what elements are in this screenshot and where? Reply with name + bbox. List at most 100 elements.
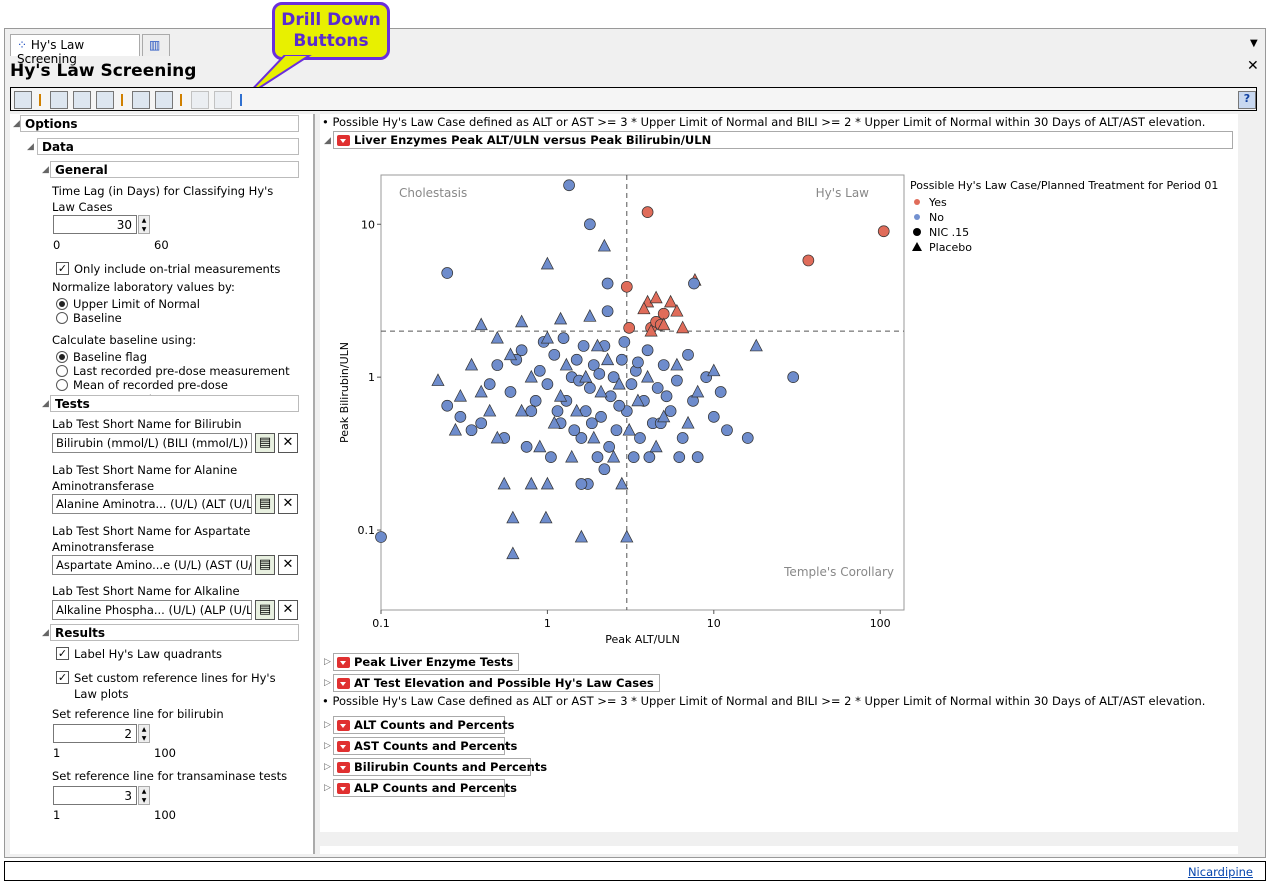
hys-law-scatter-plot: Cholestasis Hy's Law Temple's Corollary 0.1… bbox=[338, 174, 1218, 646]
collapse-icon[interactable]: ◢ bbox=[27, 142, 34, 152]
on-trial-checkbox[interactable]: ✓ bbox=[56, 262, 69, 275]
time-lag-min: 0 bbox=[53, 238, 61, 252]
data-point bbox=[570, 353, 583, 366]
data-table-button[interactable] bbox=[50, 91, 68, 109]
normalize-baseline-radio[interactable] bbox=[56, 312, 68, 324]
definition-note: • Possible Hy's Law Case defined as ALT … bbox=[322, 115, 1206, 129]
close-icon[interactable]: ✕ bbox=[1247, 58, 1259, 74]
new-report-button[interactable] bbox=[96, 91, 114, 109]
data-point bbox=[601, 277, 614, 290]
bili-ref-spinner[interactable]: ▲ ▼ bbox=[138, 724, 150, 743]
data-point bbox=[586, 417, 598, 430]
plot-node-header[interactable]: Liver Enzymes Peak ALT/ULN versus Peak B… bbox=[333, 131, 1233, 149]
collapse-icon[interactable]: ◢ bbox=[42, 628, 49, 638]
horizontal-scrollbar[interactable] bbox=[320, 832, 1238, 846]
bili-max: 100 bbox=[154, 746, 176, 760]
select-column-button[interactable]: ▤ bbox=[255, 555, 275, 575]
options-header[interactable]: Options bbox=[20, 115, 299, 132]
expand-icon[interactable]: ▷ bbox=[324, 678, 331, 688]
red-triangle-menu-icon[interactable] bbox=[337, 657, 350, 668]
tab-menu-icon[interactable]: ▼ bbox=[1250, 38, 1258, 49]
trans-ref-label: Set reference line for transaminase test… bbox=[52, 769, 288, 783]
tab-hys-law-screening[interactable]: ⁘ Hy's Law Screening bbox=[10, 34, 140, 66]
alp-counts-node[interactable]: ALP Counts and Percents bbox=[333, 779, 517, 797]
baseline-flag-radio[interactable] bbox=[56, 351, 68, 363]
red-triangle-menu-icon[interactable] bbox=[337, 720, 350, 731]
at-elevation-node[interactable]: AT Test Elevation and Possible Hy's Law … bbox=[333, 674, 660, 692]
data-point bbox=[584, 382, 596, 394]
vertical-scrollbar[interactable] bbox=[1240, 114, 1254, 830]
x-axis-label: Peak ALT/ULN bbox=[605, 633, 680, 646]
trans-ref-spinner[interactable]: ▲ ▼ bbox=[138, 786, 150, 805]
label-quadrants-checkbox[interactable]: ✓ bbox=[56, 647, 69, 660]
data-point bbox=[721, 424, 733, 437]
clear-button[interactable]: ✕ bbox=[278, 494, 298, 514]
time-lag-spinner[interactable]: ▲ ▼ bbox=[138, 215, 150, 234]
data-table-link[interactable]: Nicardipine bbox=[1188, 865, 1253, 879]
data-point bbox=[483, 378, 496, 391]
help-button[interactable]: ? bbox=[1238, 91, 1256, 109]
expand-icon[interactable]: ▷ bbox=[324, 762, 331, 772]
data-point bbox=[533, 364, 546, 377]
time-lag-label: Time Lag (in Days) for Classifying Hy's … bbox=[52, 184, 274, 214]
alt-test-field[interactable]: Alanine Aminotra... (U/L) (ALT (U/L)) bbox=[52, 494, 252, 514]
clear-button[interactable]: ✕ bbox=[278, 555, 298, 575]
bilirubin-test-field[interactable]: Bilirubin (mmol/L) (BILI (mmol/L)) bbox=[52, 433, 252, 453]
clear-button[interactable]: ✕ bbox=[278, 600, 298, 620]
bili-ref-input[interactable]: 2 bbox=[53, 724, 137, 743]
tab-chart[interactable]: ▥ bbox=[142, 34, 170, 56]
bili-ref-label: Set reference line for bilirubin bbox=[52, 707, 224, 721]
normalize-uln-radio[interactable] bbox=[56, 298, 68, 310]
red-triangle-menu-icon[interactable] bbox=[337, 762, 350, 773]
collapse-icon[interactable]: ◢ bbox=[324, 136, 331, 146]
x-tick-label: 10 bbox=[707, 617, 721, 630]
legend-item-label: NIC .15 bbox=[929, 226, 969, 239]
view-notes-button[interactable] bbox=[155, 91, 173, 109]
data-point bbox=[603, 441, 615, 453]
select-column-button[interactable]: ▤ bbox=[255, 494, 275, 514]
alp-test-field[interactable]: Alkaline Phospha... (U/L) (ALP (U/L)) bbox=[52, 600, 252, 620]
drill-down-chart-button[interactable] bbox=[214, 91, 232, 109]
red-triangle-menu-icon[interactable] bbox=[337, 741, 350, 752]
ast-test-field[interactable]: Aspartate Amino...e (U/L) (AST (U/L)) bbox=[52, 555, 252, 575]
expand-icon[interactable]: ▷ bbox=[324, 783, 331, 793]
red-triangle-menu-icon[interactable] bbox=[337, 783, 350, 794]
separator bbox=[121, 94, 123, 106]
data-point bbox=[548, 348, 561, 361]
baseline-mean-radio[interactable] bbox=[56, 379, 68, 391]
general-header[interactable]: General bbox=[50, 161, 299, 178]
export-button[interactable] bbox=[14, 91, 32, 109]
drill-down-filter-button[interactable] bbox=[191, 91, 209, 109]
alt-counts-node[interactable]: ALT Counts and Percents bbox=[333, 716, 514, 734]
peak-liver-enzyme-node[interactable]: Peak Liver Enzyme Tests bbox=[333, 653, 520, 671]
data-point bbox=[601, 305, 614, 318]
subset-button[interactable] bbox=[73, 91, 91, 109]
add-note-button[interactable] bbox=[132, 91, 150, 109]
time-lag-input[interactable]: 30 bbox=[53, 215, 137, 234]
results-header[interactable]: Results bbox=[50, 624, 299, 641]
expand-icon[interactable]: ▷ bbox=[324, 720, 331, 730]
ast-counts-node[interactable]: AST Counts and Percents bbox=[333, 737, 517, 755]
red-triangle-menu-icon[interactable] bbox=[337, 678, 350, 689]
baseline-last-radio[interactable] bbox=[56, 365, 68, 377]
trans-ref-input[interactable]: 3 bbox=[53, 786, 137, 805]
clear-button[interactable]: ✕ bbox=[278, 433, 298, 453]
tests-header[interactable]: Tests bbox=[50, 395, 299, 412]
collapse-icon[interactable]: ◢ bbox=[13, 119, 20, 129]
select-column-button[interactable]: ▤ bbox=[255, 433, 275, 453]
expand-icon[interactable]: ▷ bbox=[324, 741, 331, 751]
node-title: Peak Liver Enzyme Tests bbox=[354, 655, 514, 669]
custom-ref-label: Set custom reference lines for Hy's Law … bbox=[74, 671, 276, 701]
red-triangle-menu-icon[interactable] bbox=[337, 135, 350, 146]
data-header[interactable]: Data bbox=[37, 138, 299, 155]
collapse-icon[interactable]: ◢ bbox=[42, 165, 49, 175]
bilirubin-counts-node[interactable]: Bilirubin Counts and Percents bbox=[333, 758, 547, 776]
data-point bbox=[651, 382, 664, 394]
collapse-icon[interactable]: ◢ bbox=[42, 399, 49, 409]
select-column-button[interactable]: ▤ bbox=[255, 600, 275, 620]
expand-icon[interactable]: ▷ bbox=[324, 657, 331, 667]
custom-ref-checkbox[interactable]: ✓ bbox=[56, 671, 69, 684]
data-point bbox=[475, 417, 488, 430]
data-point bbox=[557, 332, 570, 344]
data-point bbox=[641, 206, 654, 219]
